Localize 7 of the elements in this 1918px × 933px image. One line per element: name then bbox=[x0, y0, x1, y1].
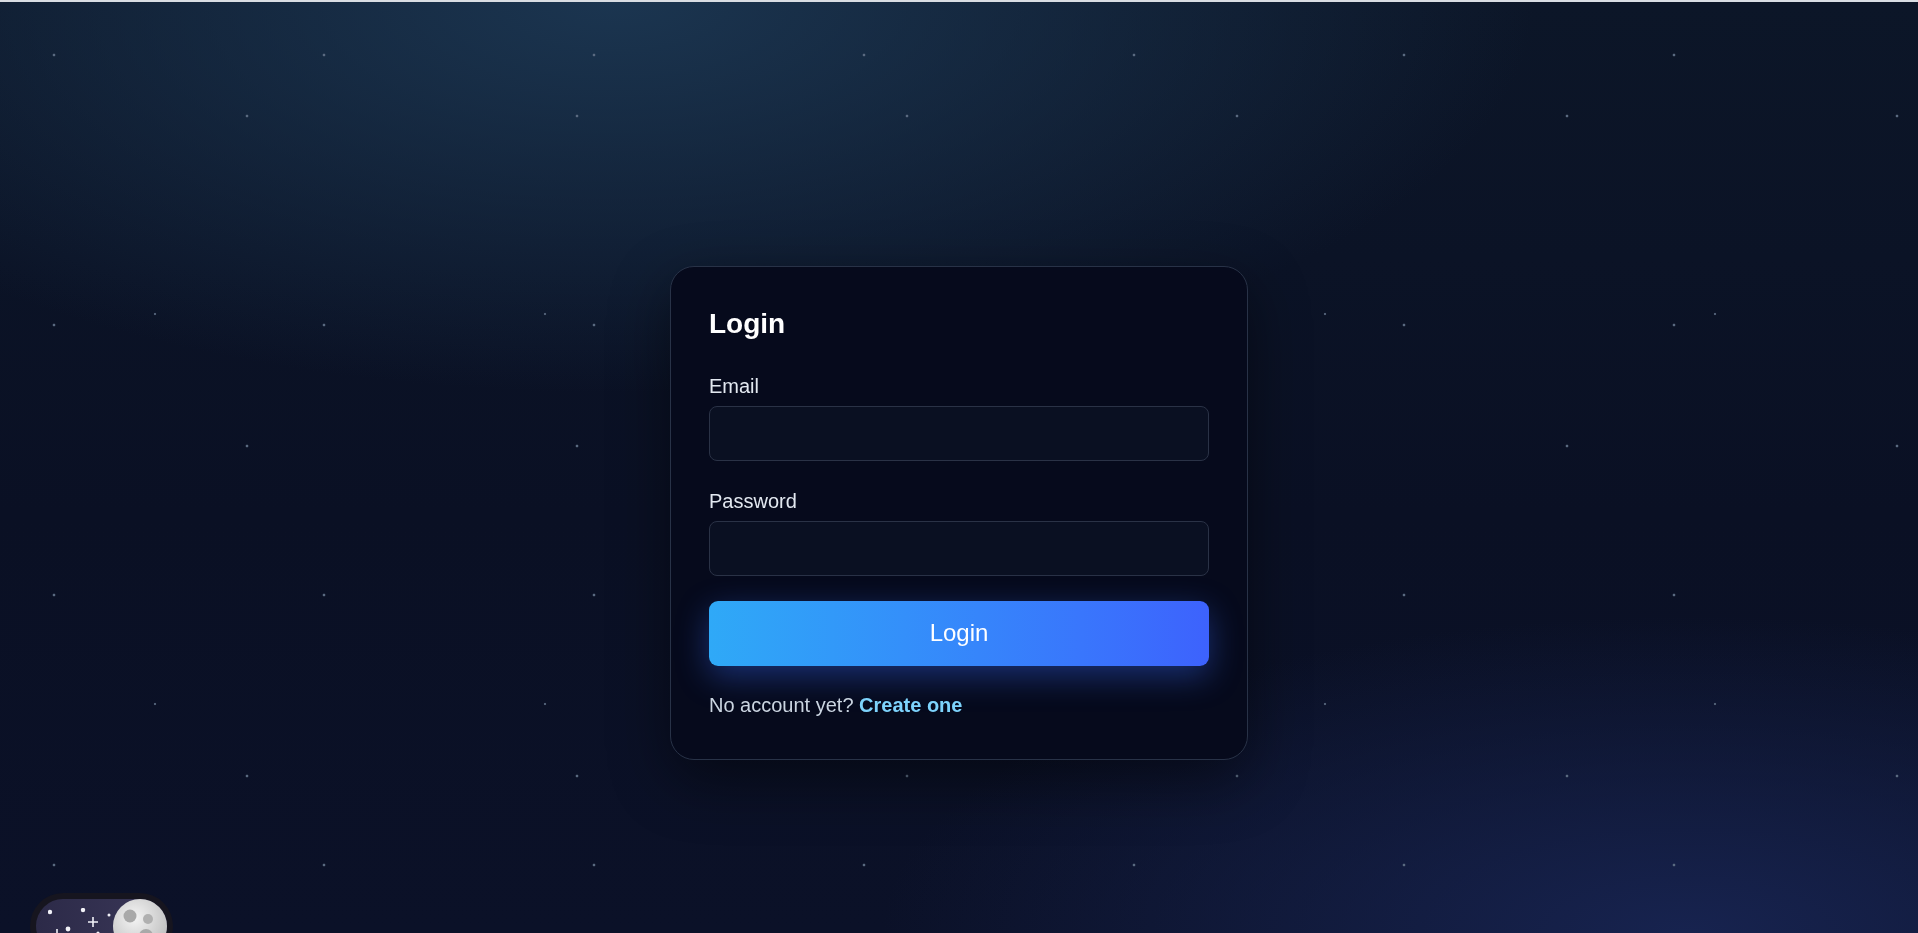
input-field[interactable] bbox=[709, 405, 1209, 461]
login-title: Login bbox=[709, 306, 787, 341]
field-label: Password bbox=[709, 488, 798, 513]
create-account-link[interactable]: Create one bbox=[859, 693, 963, 716]
input-field[interactable] bbox=[709, 520, 1209, 576]
field-label: Email bbox=[709, 373, 760, 398]
signup-prompt: No account yet? Create one bbox=[709, 692, 963, 717]
